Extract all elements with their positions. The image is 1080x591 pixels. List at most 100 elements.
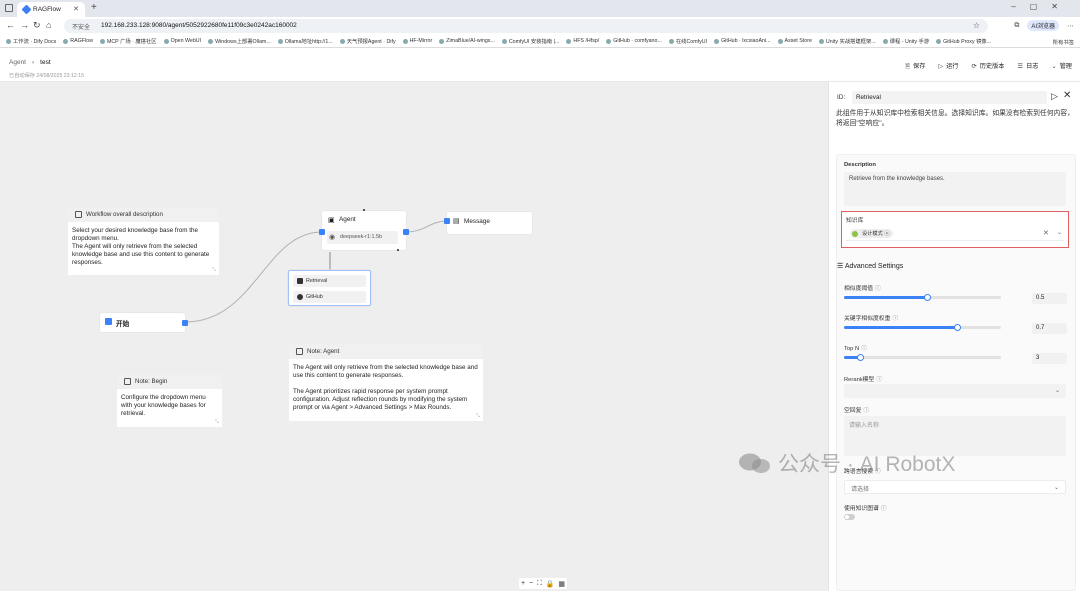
remove-tag-icon[interactable]: ⓧ xyxy=(884,231,889,237)
bookmark-item[interactable]: HF-Mirror xyxy=(402,38,433,44)
action-history-button[interactable]: ⟳ 历史版本 xyxy=(972,61,1005,72)
window-controls[interactable]: –▢✕ xyxy=(1011,2,1072,11)
action-log-button[interactable]: ☰ 日志 xyxy=(1018,61,1039,72)
tools-node[interactable]: Retrieval GitHub xyxy=(288,270,371,306)
knowledge-graph-toggle[interactable] xyxy=(844,514,855,520)
topn-slider[interactable] xyxy=(844,353,1001,361)
reload-icon[interactable]: ↻ xyxy=(33,20,41,31)
note-workflow[interactable]: Workflow overall description Select your… xyxy=(68,207,219,275)
message-input-handle[interactable] xyxy=(444,218,450,224)
bookmark-item[interactable]: 工作流 · Dify Docs xyxy=(6,37,56,45)
zoom-out-icon[interactable]: − xyxy=(529,580,533,587)
agent-node[interactable]: ▣ Agent ◉ deepseek-r1:1.5b xyxy=(319,209,409,251)
fit-view-icon[interactable]: ⛶ xyxy=(537,580,542,588)
bookmark-label: HF-Mirror xyxy=(409,38,433,44)
bookmark-item[interactable]: Ollama地址http://1... xyxy=(277,37,333,45)
slider-knob[interactable] xyxy=(954,323,961,331)
extensions-icon[interactable]: ⧉ xyxy=(1014,22,1019,30)
resize-handle-icon[interactable]: ⤡ xyxy=(476,413,480,419)
slider-fill xyxy=(844,326,957,329)
tool-github-label: GitHub xyxy=(306,294,323,300)
keyword-weight-input[interactable]: 0.7 xyxy=(1032,323,1067,334)
chevron-down-icon[interactable]: ⌄ xyxy=(1057,229,1062,236)
keyword-weight-slider[interactable] xyxy=(844,323,1001,331)
bookmark-item[interactable]: GitHub Proxy 镜像... xyxy=(936,37,991,45)
bookmark-item[interactable]: Unity 实战搭建框架... xyxy=(818,37,876,45)
topn-input[interactable]: 3 xyxy=(1032,353,1067,364)
bookmark-item[interactable]: 天气预报Agent · Dify xyxy=(339,37,396,45)
bookmark-item[interactable]: HFS /Hfsp/ xyxy=(566,38,599,44)
action-save-button[interactable]: 🗎 保存 xyxy=(905,61,925,72)
begin-node[interactable]: 开始 xyxy=(100,313,188,332)
cross-language-select[interactable]: 请选择 ⌄ xyxy=(844,480,1066,494)
lock-icon[interactable]: 🔒 xyxy=(546,580,555,588)
bookmark-item[interactable]: Windows上部署Ollam... xyxy=(208,37,271,45)
bookmark-item[interactable]: ComfyUI 安装指南 |... xyxy=(501,37,559,45)
bookmark-item[interactable]: 课程 - Unity 手游 xyxy=(882,37,929,45)
breadcrumb-agent[interactable]: Agent xyxy=(9,59,26,66)
id-input[interactable]: Retrieval xyxy=(852,91,1047,104)
window-menu-icon[interactable] xyxy=(5,4,13,12)
new-tab-icon[interactable]: + xyxy=(91,2,97,13)
similarity-input[interactable]: 0.5 xyxy=(1032,293,1067,304)
agent-input-handle[interactable] xyxy=(319,229,325,235)
profile-button[interactable]: AI浏览器 xyxy=(1027,20,1059,31)
bookmark-item[interactable]: Asset Store xyxy=(777,38,812,44)
agent-canvas[interactable]: Workflow overall description Select your… xyxy=(0,82,828,591)
kb-select[interactable]: 设计模式 ⓧ ✕ ⌄ xyxy=(846,226,1064,241)
bookmark-item[interactable]: GitHub · comfyano... xyxy=(606,38,662,44)
bookmark-item[interactable]: ZimaBlue/AI-wings... xyxy=(439,38,495,44)
collapse-icon: ☰ xyxy=(837,263,844,270)
action-manage-button[interactable]: ⌄ 管理 xyxy=(1051,61,1072,72)
security-warning[interactable]: 不安全 xyxy=(72,22,90,31)
note-agent-body: The Agent will only retrieve from the se… xyxy=(293,364,478,411)
forward-icon[interactable]: → xyxy=(20,20,29,30)
edges-layer xyxy=(184,220,448,323)
kb-tag-label: 设计模式 xyxy=(862,231,883,237)
grid-icon[interactable]: ▦ xyxy=(558,580,565,588)
resize-handle-icon[interactable]: ⤡ xyxy=(212,267,216,273)
bookmark-item[interactable]: 在线ComfyUI xyxy=(668,37,707,45)
begin-output-handle[interactable] xyxy=(182,320,188,326)
tool-retrieval[interactable]: Retrieval xyxy=(293,275,366,287)
bookmark-item[interactable]: RAGFlow xyxy=(63,38,93,44)
resize-handle-icon[interactable]: ⤡ xyxy=(215,419,219,425)
agent-output-handle[interactable] xyxy=(403,229,409,235)
similarity-slider[interactable] xyxy=(844,293,1001,301)
bookmark-favicon-icon xyxy=(99,38,105,44)
advanced-settings-toggle[interactable]: ☰ Advanced Settings xyxy=(837,262,903,270)
bookmark-item[interactable]: MCP 广场 · 魔搭社区 xyxy=(99,37,157,45)
bookmark-label: GitHub · comfyano... xyxy=(613,38,662,44)
bookmark-star-icon[interactable]: ☆ xyxy=(973,21,980,30)
info-icon: ⓘ xyxy=(863,408,870,414)
close-tab-icon[interactable]: ✕ xyxy=(73,5,79,13)
tool-github[interactable]: GitHub xyxy=(293,291,366,303)
all-bookmarks[interactable]: 所有书签 xyxy=(1048,38,1074,46)
toggle-knob xyxy=(845,515,849,519)
browser-tab[interactable]: RAGFlow ✕ xyxy=(17,2,85,17)
bookmark-label: MCP 广场 · 魔搭社区 xyxy=(106,39,157,45)
clear-icon[interactable]: ✕ xyxy=(1043,229,1049,237)
slider-knob[interactable] xyxy=(857,353,864,361)
message-node[interactable]: ▤ Message xyxy=(444,212,532,234)
home-icon[interactable]: ⌂ xyxy=(46,20,51,30)
run-node-icon[interactable]: ▷ xyxy=(1051,91,1058,102)
bookmark-item[interactable]: Open WebUI xyxy=(163,38,201,44)
zoom-in-icon[interactable]: + xyxy=(521,580,525,587)
action-label: 日志 xyxy=(1026,63,1039,70)
back-icon[interactable]: ← xyxy=(6,20,15,30)
close-panel-icon[interactable]: ✕ xyxy=(1063,90,1071,101)
more-menu-icon[interactable]: ⋯ xyxy=(1067,22,1074,30)
note-agent[interactable]: Note: Agent The Agent will only retrieve… xyxy=(289,344,483,421)
bookmark-item[interactable]: GitHub · lxcxiaoAni... xyxy=(714,38,771,44)
rerank-select[interactable]: ⌄ xyxy=(844,384,1066,398)
action-run-button[interactable]: ▷ 运行 xyxy=(938,61,958,72)
slider-knob[interactable] xyxy=(924,293,931,301)
url-text[interactable]: 192.168.233.128:9080/agent/5052922680fe1… xyxy=(101,22,297,29)
note-begin[interactable]: Note: Begin Configure the dropdown menu … xyxy=(117,374,222,427)
description-textarea[interactable]: Retrieve from the knowledge bases. xyxy=(844,172,1066,206)
url-field[interactable]: 不安全 192.168.233.128:9080/agent/505292268… xyxy=(64,19,988,33)
kb-tag[interactable]: 设计模式 ⓧ xyxy=(850,229,894,238)
bookmark-label: HFS /Hfsp/ xyxy=(573,38,600,44)
watermark-text: 公众号 · AI RobotX xyxy=(778,453,956,476)
